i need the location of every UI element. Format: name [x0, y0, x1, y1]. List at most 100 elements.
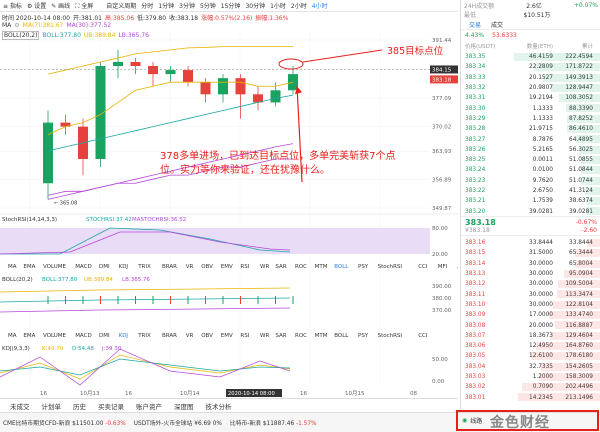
indicator-tab-ma[interactable]: MA: [8, 264, 17, 270]
indicator-tab-ema[interactable]: EMA: [23, 264, 35, 270]
candle-body[interactable]: [130, 61, 141, 67]
bid-row[interactable]: 383.02 0.7090 202.4496: [461, 382, 600, 392]
candle-body[interactable]: [43, 122, 53, 184]
ask-row[interactable]: 383.31 19.2194 108.3052: [461, 93, 600, 103]
indicator-tab-brar[interactable]: BRAR: [162, 333, 177, 339]
order-tab-0[interactable]: 未成交: [10, 401, 30, 411]
indicator-tab-cci[interactable]: CCI: [418, 333, 428, 339]
ask-row[interactable]: 383.21 1.7539 38.6374: [461, 196, 600, 206]
indicator-tab-stochrsi[interactable]: StochRSI: [378, 264, 403, 270]
indicator-tab-volume[interactable]: VOLUME: [43, 333, 67, 339]
indicator-tab-wr[interactable]: WR: [260, 264, 269, 270]
indicator-tab-roc[interactable]: ROC: [295, 264, 307, 270]
toolbar-item-0[interactable]: ≡ 指标: [3, 1, 22, 10]
bid-row[interactable]: 383.10 30.0000 122.8104: [461, 300, 600, 310]
order-tab-3[interactable]: 买卖记录: [98, 401, 124, 411]
indicator-tab-mtm[interactable]: MTM: [315, 333, 328, 339]
ask-row[interactable]: 383.24 0.0100 51.0844: [461, 165, 600, 175]
indicator-tab-emv[interactable]: EMV: [221, 264, 233, 270]
indicator-tab-ema[interactable]: EMA: [23, 333, 35, 339]
bid-row[interactable]: 383.13 30.0000 95.0904: [461, 269, 600, 279]
bid-row[interactable]: 383.01 14.2345 213.1496: [461, 392, 600, 402]
indicator-tab-atr[interactable]: ATR: [457, 264, 458, 270]
bid-row[interactable]: 383.06 12.4950 164.8760: [461, 341, 600, 351]
order-tab-6[interactable]: 技术分析: [206, 401, 232, 411]
bid-row[interactable]: 383.15 31.5000 65.3444: [461, 248, 600, 258]
tab-trade[interactable]: 交易: [469, 20, 481, 29]
bid-row[interactable]: 383.16 33.8444 33.8444: [461, 238, 600, 248]
ask-row[interactable]: 383.32 20.9807 128.9447: [461, 83, 600, 93]
indicator-tab-volume[interactable]: VOLUME: [43, 264, 67, 270]
toolbar-item-1[interactable]: ⚙ 设置: [27, 1, 46, 10]
candle-body[interactable]: [113, 61, 123, 67]
bid-row[interactable]: 383.14 30.0000 65.8004: [461, 259, 600, 269]
ask-row[interactable]: 383.27 8.7876 64.4895: [461, 134, 600, 144]
indicator-tab-macd[interactable]: MACD: [75, 264, 92, 270]
indicator-tab-boll[interactable]: BOLL: [334, 333, 349, 339]
indicator-tab-kdj[interactable]: KDJ: [119, 264, 129, 270]
toolbar-item-2[interactable]: ✎ 画线: [51, 1, 70, 10]
indicator-tab-obv[interactable]: OBV: [201, 333, 213, 339]
candle-body[interactable]: [200, 82, 211, 95]
boll-label[interactable]: BOLL(20,2): [2, 31, 40, 40]
indicator-tab-cci[interactable]: CCI: [418, 264, 428, 270]
indicator-tab-boll[interactable]: BOLL: [334, 264, 349, 270]
bid-row[interactable]: 383.07 18.3673 129.4604: [461, 331, 600, 341]
candle-body[interactable]: [183, 70, 193, 83]
order-tab-2[interactable]: 历史: [73, 401, 86, 411]
period-4[interactable]: 15分钟: [221, 1, 241, 10]
bid-row[interactable]: 383.09 17.0000 133.4740: [461, 310, 600, 320]
indicator-tab-vr[interactable]: VR: [186, 333, 194, 339]
indicator-tab-sar[interactable]: SAR: [275, 333, 286, 339]
candle-body[interactable]: [235, 78, 246, 95]
period-3[interactable]: 5分钟: [200, 1, 216, 10]
period-0[interactable]: 分时: [141, 1, 153, 10]
candle-body[interactable]: [165, 70, 176, 75]
indicator-tab-vr[interactable]: VR: [186, 264, 194, 270]
order-tab-1[interactable]: 计划单: [42, 401, 62, 411]
bid-row[interactable]: 383.05 12.6100 178.6180: [461, 351, 600, 361]
indicator-tab-psy[interactable]: PSY: [358, 333, 369, 339]
ask-row[interactable]: 383.25 0.0011 51.0855: [461, 155, 600, 165]
indicator-tab-kdj[interactable]: KDJ: [119, 333, 129, 339]
toolbar-item-3[interactable]: ⛶ 全屏: [75, 1, 93, 11]
bid-row[interactable]: 383.04 32.7335 154.2605: [461, 362, 600, 372]
order-tab-4[interactable]: 账户资产: [136, 401, 162, 411]
indicator-tab-ma[interactable]: MA: [8, 333, 17, 339]
bid-row[interactable]: 383.12 30.0000 109.5004: [461, 279, 600, 289]
indicator-tab-obv[interactable]: OBV: [201, 264, 213, 270]
indicator-tab-trix[interactable]: TRIX: [137, 264, 151, 270]
line-switch[interactable]: ◉ 线路: [462, 416, 482, 425]
kline-chart[interactable]: 391.44384.15377.09370.02363.93356.89349.…: [0, 12, 458, 398]
period-1[interactable]: 1分钟: [158, 1, 174, 10]
indicator-tab-mfi[interactable]: MFI: [438, 264, 448, 270]
indicator-tab-trix[interactable]: TRIX: [137, 333, 151, 339]
ask-row[interactable]: 383.30 1.1333 88.3390: [461, 103, 600, 113]
indicator-tab-brar[interactable]: BRAR: [162, 264, 177, 270]
ask-row[interactable]: 383.26 5.2165 56.3025: [461, 145, 600, 155]
candle-body[interactable]: [270, 90, 281, 103]
ask-row[interactable]: 383.28 21.9715 86.4610: [461, 124, 600, 134]
ask-row[interactable]: 383.29 1.1333 87.8252: [461, 114, 600, 124]
indicator-tab-emv[interactable]: EMV: [221, 333, 233, 339]
indicator-tab-macd[interactable]: MACD: [75, 333, 92, 339]
period-7[interactable]: 2小时: [291, 1, 307, 10]
ma-settings-icon[interactable]: ⚙: [14, 22, 19, 29]
indicator-tab-sar[interactable]: SAR: [275, 264, 286, 270]
ask-row[interactable]: 383.33 20.1527 149.3913: [461, 73, 600, 83]
bid-row[interactable]: 383.08 20.0000 116.8887: [461, 320, 600, 330]
ask-row[interactable]: 383.22 2.6750 41.3124: [461, 186, 600, 196]
indicator-tab-mtm[interactable]: MTM: [315, 264, 328, 270]
period-2[interactable]: 3分钟: [179, 1, 195, 10]
indicator-tab-rsi[interactable]: RSI: [240, 264, 249, 270]
candle-body[interactable]: [148, 66, 158, 75]
candle-body[interactable]: [218, 78, 228, 95]
period-5[interactable]: 30分钟: [245, 1, 265, 10]
indicator-tab-rsi[interactable]: RSI: [240, 333, 249, 339]
indicator-tab-dmi[interactable]: DMI: [99, 264, 110, 270]
indicator-tab-dmi[interactable]: DMI: [99, 333, 110, 339]
indicator-tab-psy[interactable]: PSY: [358, 264, 369, 270]
period-6[interactable]: 1小时: [270, 1, 286, 10]
custom-period[interactable]: 自定义周期: [106, 1, 136, 10]
period-8[interactable]: 4小时: [312, 1, 328, 10]
